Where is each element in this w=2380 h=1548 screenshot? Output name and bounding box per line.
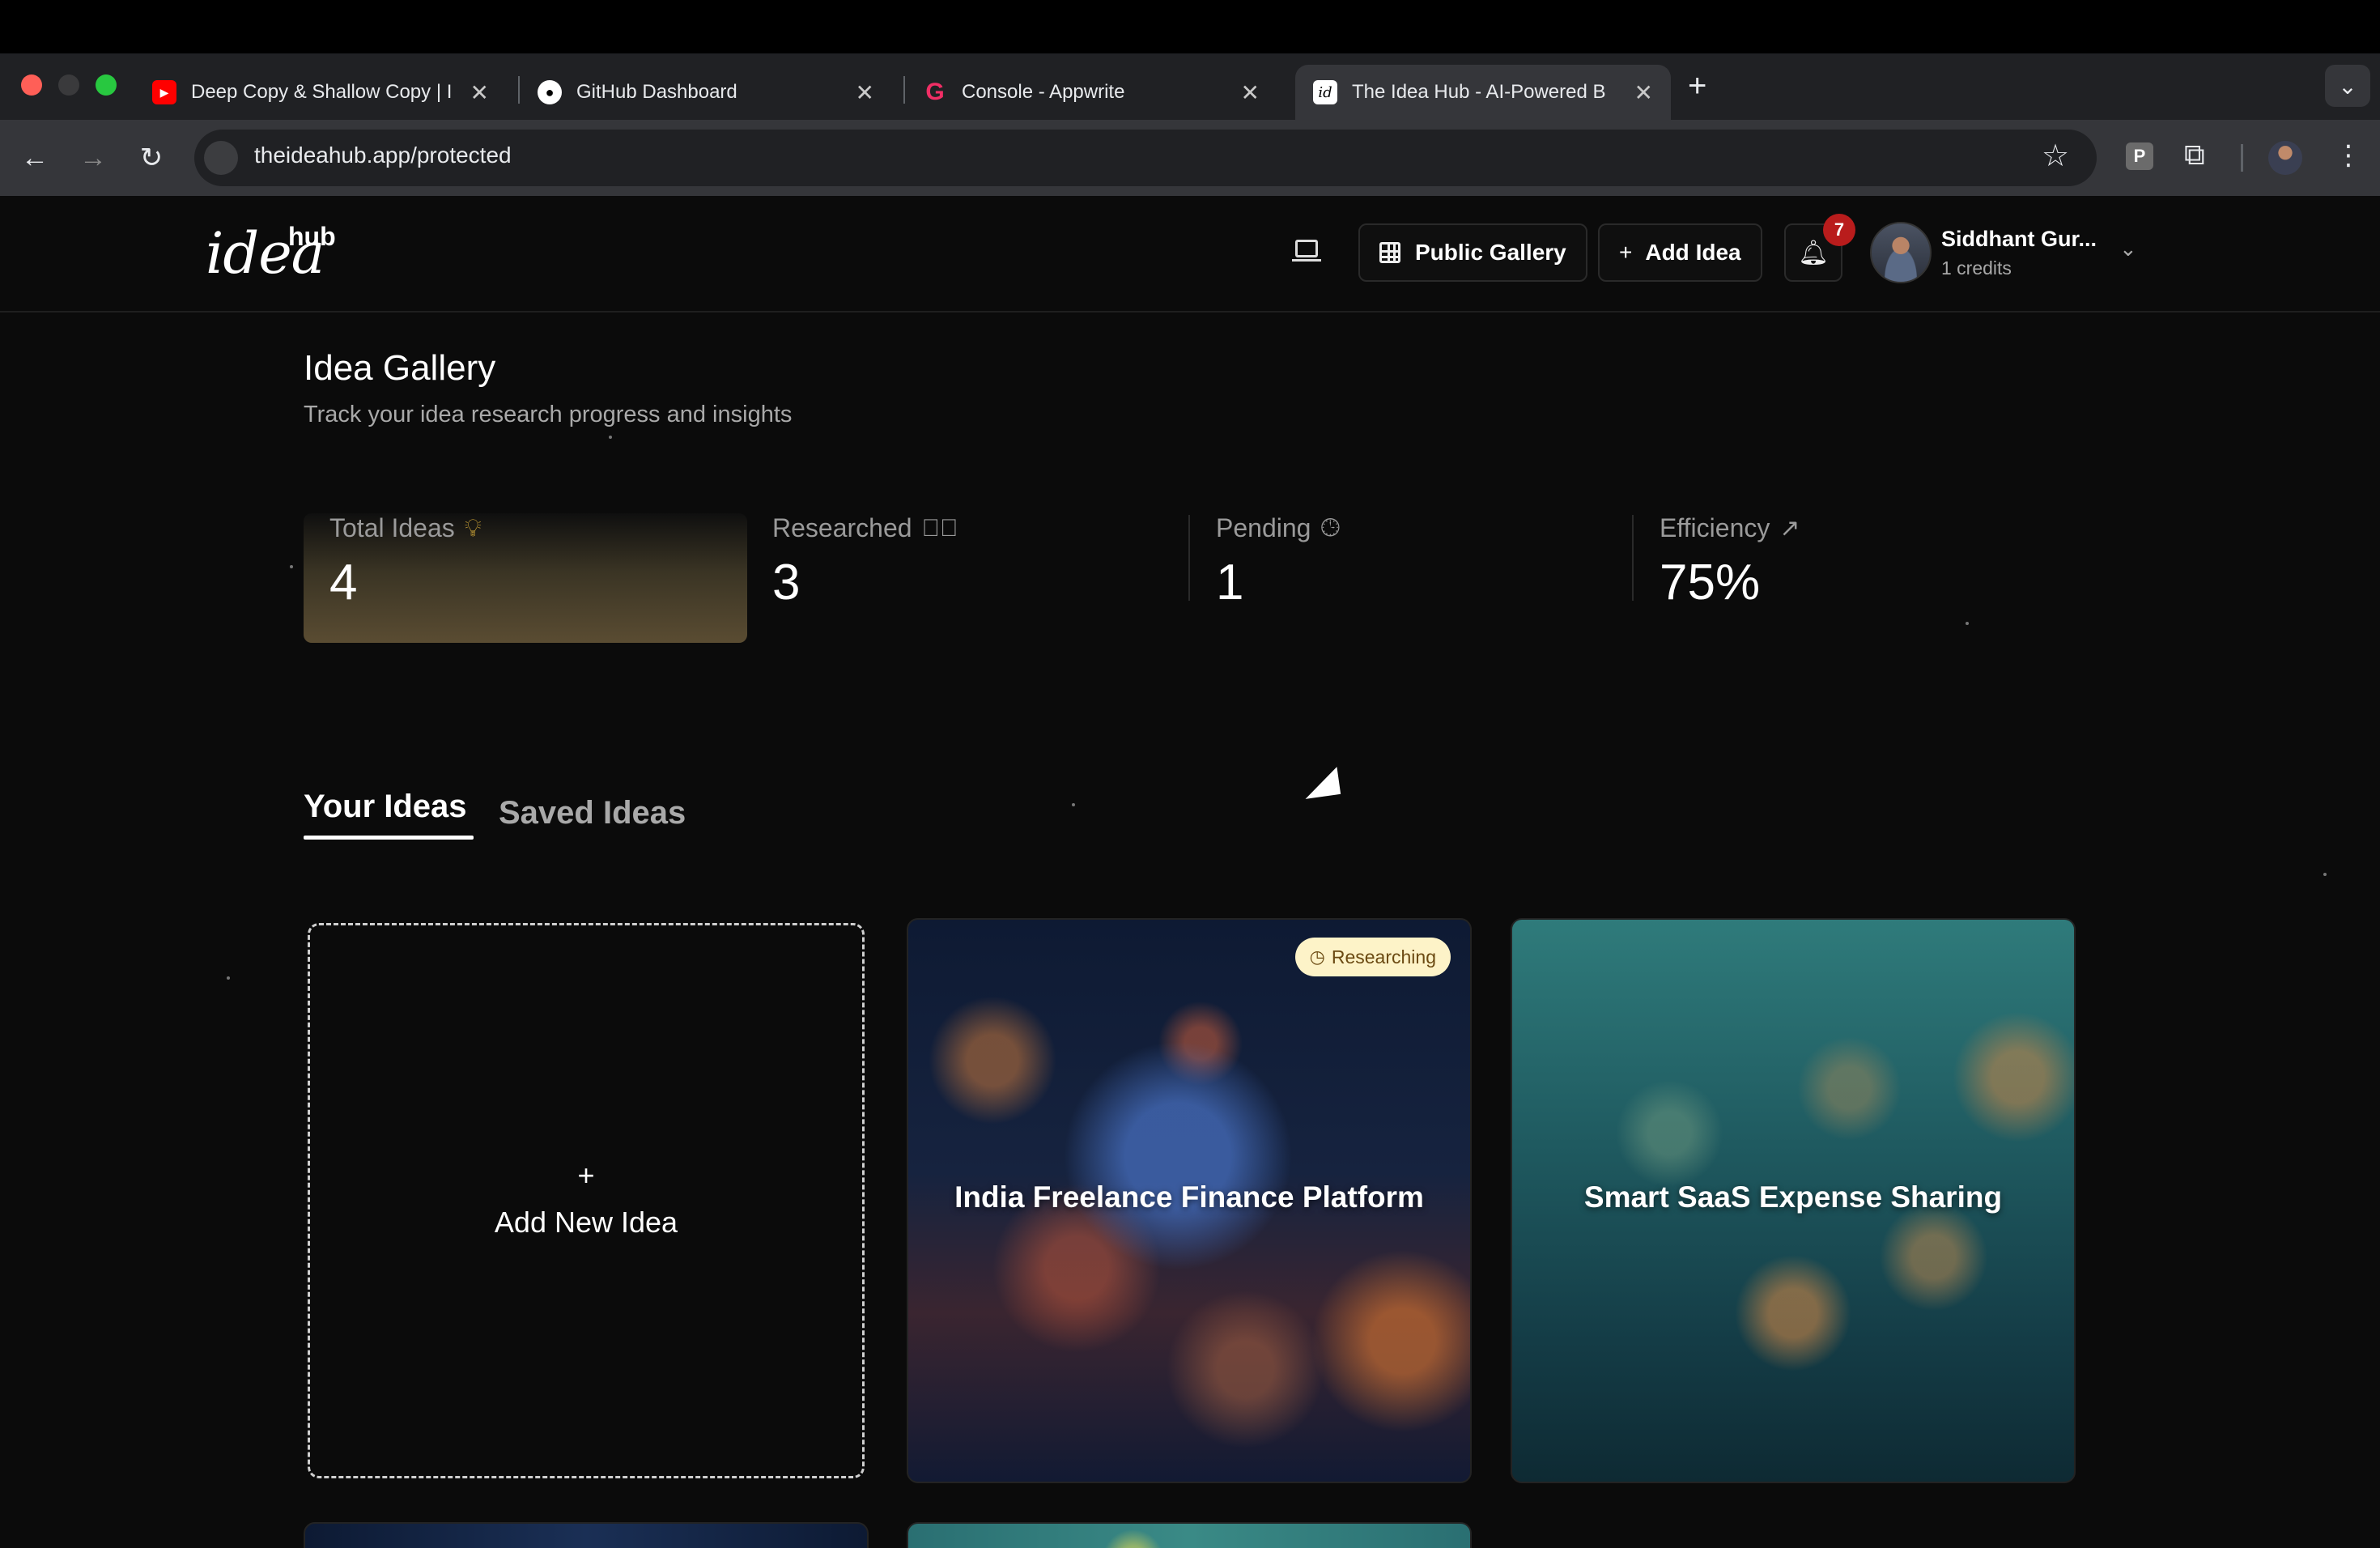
browser-tab-youtube[interactable]: ▶ Deep Copy & Shallow Copy | I ✕ (134, 65, 507, 120)
idea-card-title: Smart SaaS Expense Sharing (1583, 1180, 2003, 1214)
idea-card[interactable]: ◷ Researching India Freelance Finance Pl… (907, 918, 1472, 1483)
public-gallery-button[interactable]: Public Gallery (1358, 223, 1587, 282)
tab-saved-ideas[interactable]: Saved Ideas (499, 795, 686, 831)
bookmark-star-icon[interactable]: ☆ (2042, 138, 2069, 174)
check-circle-icon: ✓⃝ (921, 514, 958, 542)
add-idea-button[interactable]: + Add Idea (1598, 223, 1762, 282)
trending-up-icon: ↗ (1779, 515, 1800, 542)
background-star (2323, 873, 2327, 876)
idea-card-partial[interactable] (304, 1522, 869, 1548)
tab-your-ideas[interactable]: Your Ideas (304, 789, 467, 825)
user-name[interactable]: Siddhant Gur... (1941, 227, 2097, 252)
maximize-window-button[interactable] (96, 74, 117, 96)
idea-card-title: India Freelance Finance Platform (954, 1180, 1424, 1214)
add-new-idea-card[interactable]: + Add New Idea (308, 923, 865, 1478)
bell-icon: 🔔︎ (1797, 239, 1830, 266)
user-credits: 1 credits (1941, 257, 2012, 279)
idea-card-partial[interactable] (907, 1522, 1472, 1548)
ideahub-icon: id (1313, 80, 1337, 104)
menu-bar (0, 0, 2380, 53)
browser-window: ▶ Deep Copy & Shallow Copy | I ✕ ● GitHu… (0, 0, 2380, 1548)
site-info-icon[interactable] (204, 141, 238, 175)
forward-button[interactable]: → (71, 136, 115, 180)
browser-menu-icon[interactable]: ⋮ (2335, 139, 2362, 172)
new-tab-button[interactable]: + (1688, 68, 1706, 104)
background-star (290, 565, 293, 568)
browser-tab-ideahub[interactable]: id The Idea Hub - AI-Powered B ✕ (1295, 65, 1671, 120)
close-window-button[interactable] (21, 74, 42, 96)
close-tab-icon[interactable]: ✕ (856, 79, 874, 106)
user-avatar[interactable] (1870, 222, 1932, 283)
url-text[interactable]: theideahub.app/protected (254, 142, 512, 168)
browser-tab-github[interactable]: ● GitHub Dashboard ✕ (520, 65, 892, 120)
grid-icon (1379, 242, 1400, 263)
mouse-cursor (1301, 767, 1341, 799)
plus-icon: + (577, 1159, 595, 1192)
minimize-window-button[interactable] (58, 74, 79, 96)
page-subtitle: Track your idea research progress and in… (304, 402, 793, 427)
close-tab-icon[interactable]: ✕ (1634, 79, 1653, 106)
stat-pending: Pending 🕒︎ 1 (1216, 513, 1341, 610)
clock-icon: ◷ (1309, 946, 1325, 967)
close-tab-icon[interactable]: ✕ (470, 79, 489, 106)
stat-efficiency: Efficiency ↗ 75% (1660, 513, 1800, 610)
idea-card[interactable]: Smart SaaS Expense Sharing (1511, 918, 2076, 1483)
status-badge: ◷ Researching (1294, 938, 1451, 976)
github-icon: ● (538, 80, 562, 104)
lightbulb-icon: 💡︎ (464, 514, 482, 542)
logo-superscript: hub (288, 222, 336, 251)
browser-profile-avatar[interactable] (2268, 141, 2302, 175)
stat-researched: Researched ✓⃝ 3 (772, 513, 958, 610)
reload-button[interactable]: ↻ (130, 136, 173, 180)
toolbar-divider (2241, 144, 2243, 172)
back-button[interactable]: ← (13, 136, 57, 180)
extension-p-icon[interactable]: P (2126, 142, 2153, 170)
youtube-icon: ▶ (152, 80, 176, 104)
background-star (227, 976, 230, 980)
header-divider (0, 311, 2380, 313)
theme-toggle-monitor-icon[interactable] (1292, 240, 1321, 262)
extensions-puzzle-icon[interactable]: ⧉ (2184, 138, 2205, 172)
clock-icon: 🕒︎ (1320, 514, 1341, 542)
notification-count-badge: 7 (1823, 214, 1855, 246)
background-star (1072, 803, 1075, 806)
plus-icon: + (1619, 240, 1633, 265)
add-new-idea-label: Add New Idea (494, 1206, 678, 1239)
close-tab-icon[interactable]: ✕ (1241, 79, 1260, 106)
active-tab-indicator (304, 836, 474, 840)
tab-search-button[interactable]: ⌄ (2325, 65, 2370, 107)
background-star (609, 436, 612, 439)
page-title: Idea Gallery (304, 348, 496, 388)
background-star (1966, 622, 1969, 625)
browser-tab-appwrite[interactable]: G Console - Appwrite ✕ (905, 65, 1277, 120)
chevron-down-icon[interactable]: ⌄ (2119, 236, 2137, 262)
appwrite-icon: G (925, 79, 945, 105)
stat-total-ideas: Total Ideas 💡︎ 4 (304, 513, 747, 643)
